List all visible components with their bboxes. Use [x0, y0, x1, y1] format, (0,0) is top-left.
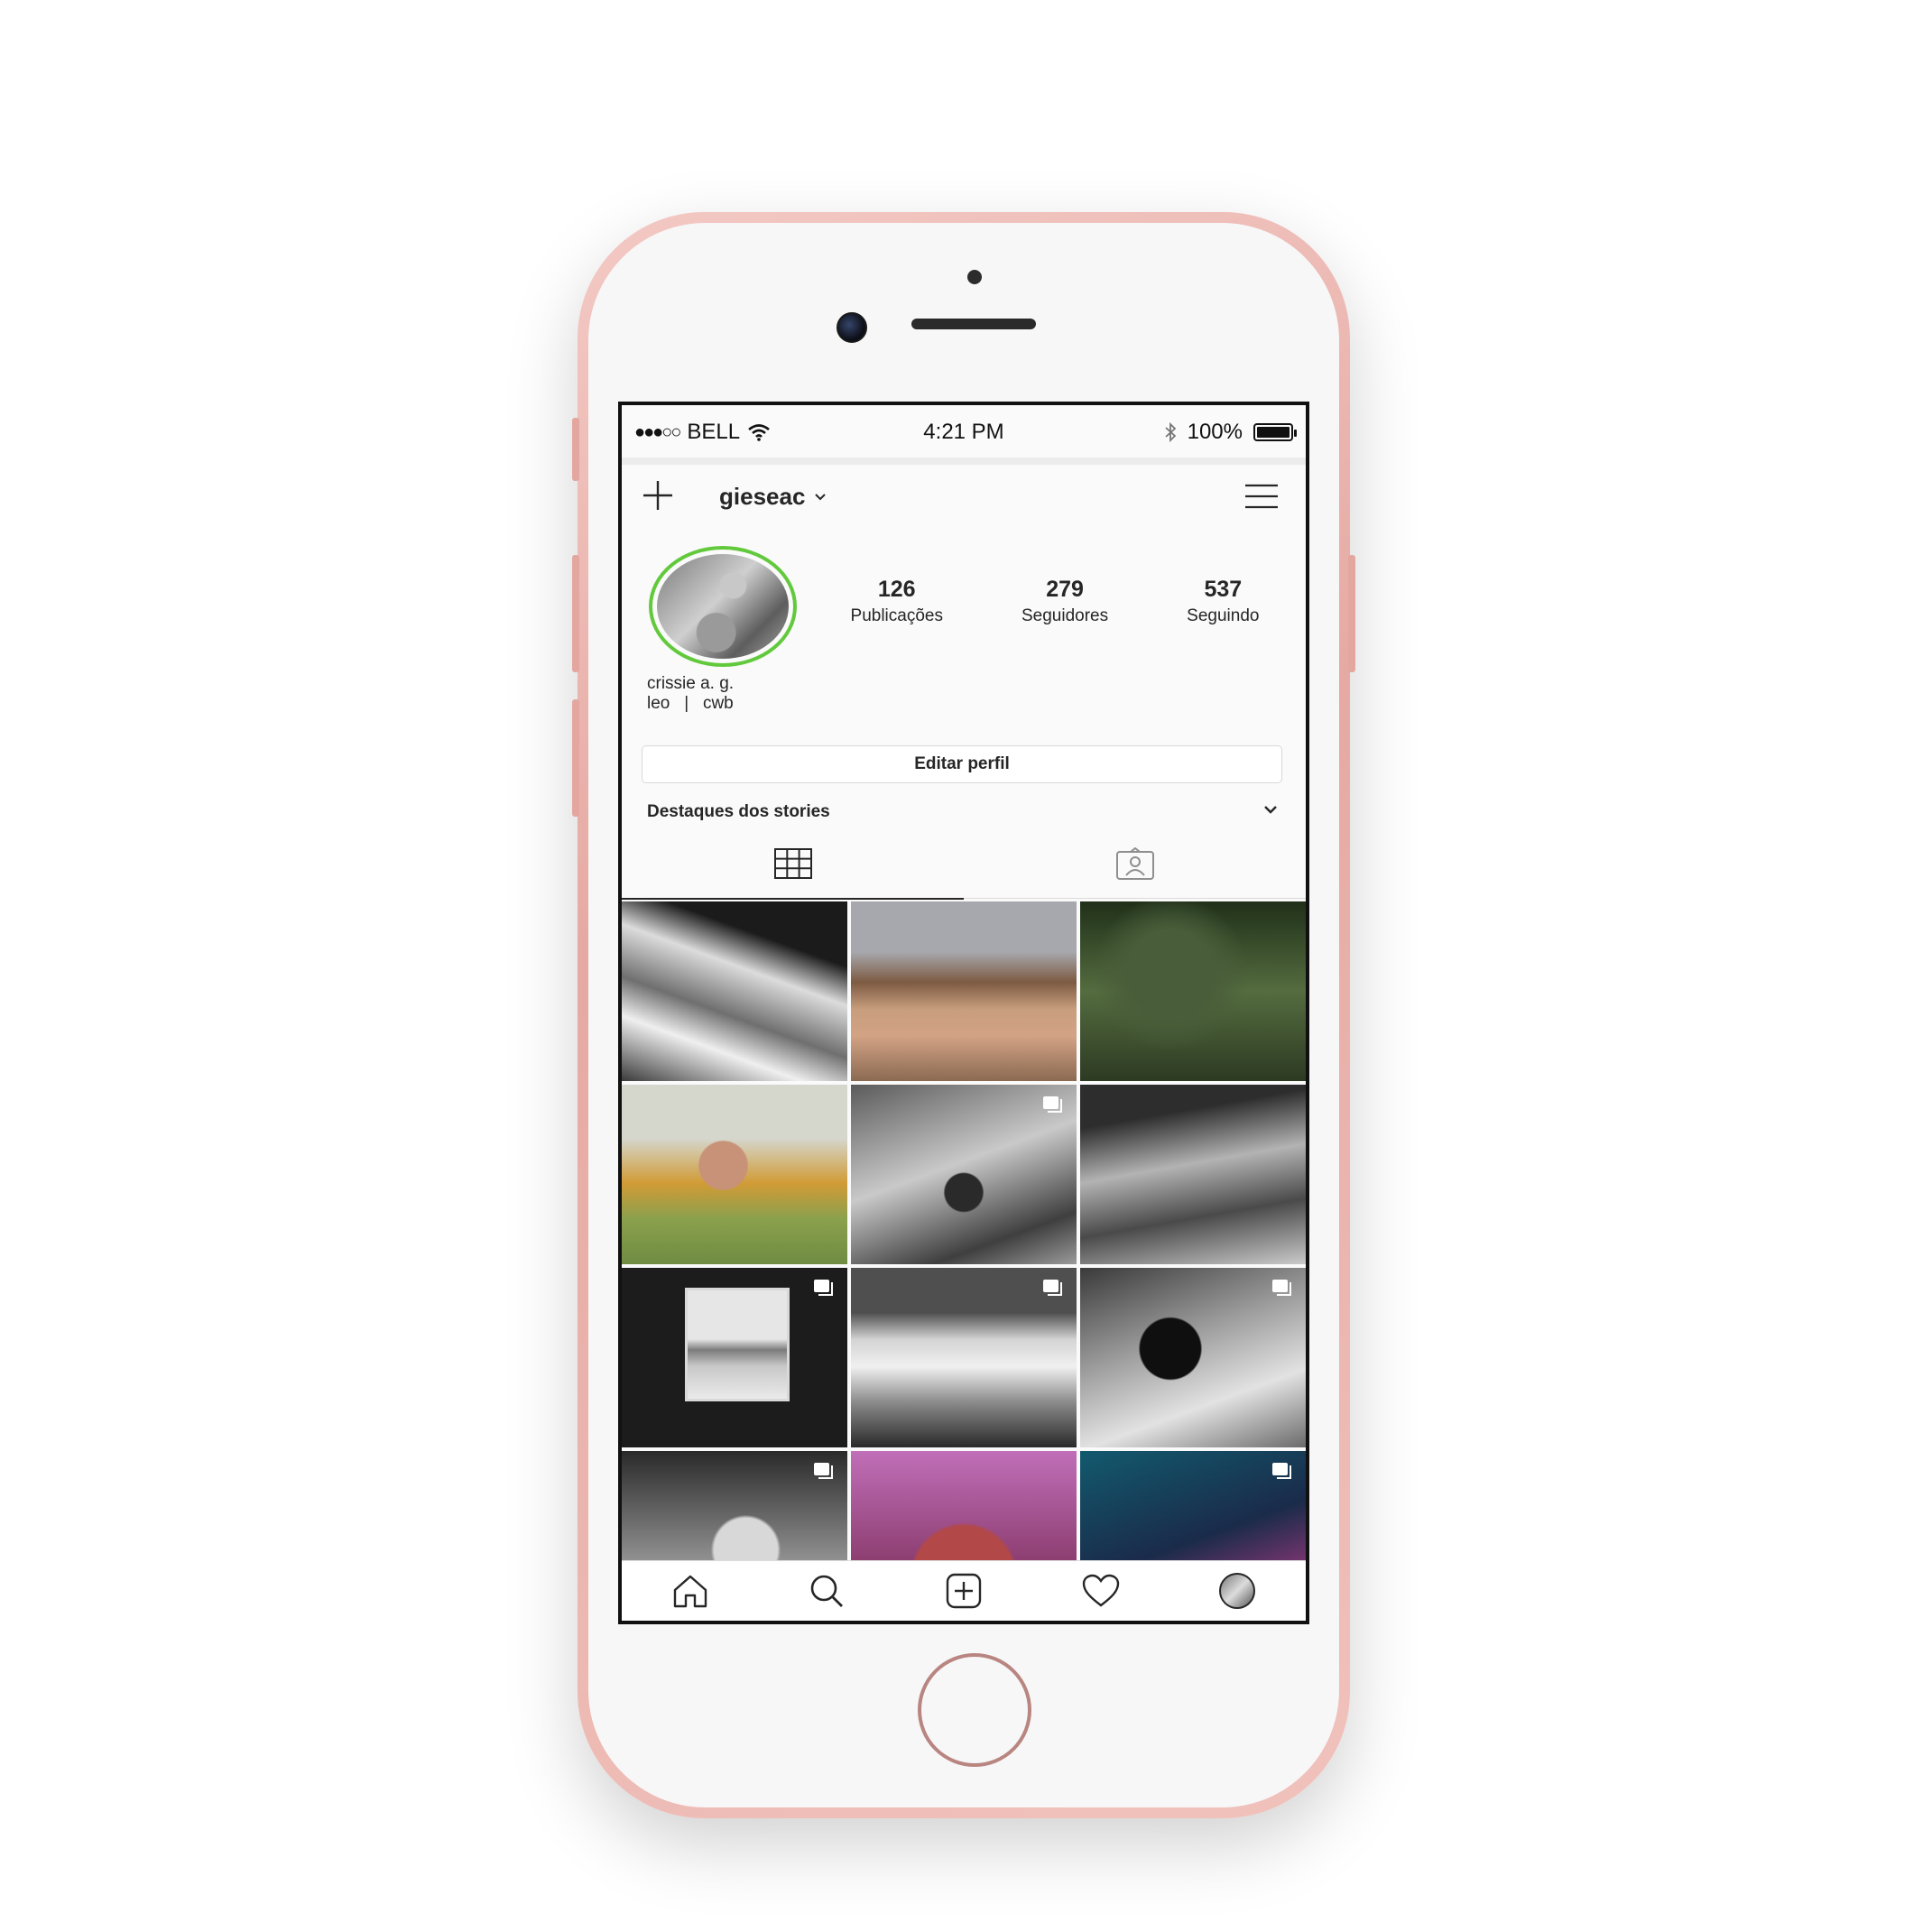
power-button: [1348, 555, 1355, 672]
battery-percent: 100%: [1187, 420, 1243, 444]
home-button[interactable]: [918, 1653, 1031, 1767]
post-thumbnail[interactable]: [1080, 901, 1306, 1081]
tagged-person-icon: [1115, 847, 1154, 880]
carousel-icon: [814, 1463, 833, 1479]
new-post-icon: [946, 1573, 982, 1609]
carousel-icon: [1272, 1280, 1291, 1296]
grid-icon: [773, 848, 812, 879]
profile-header: gieseac: [622, 465, 1306, 528]
username-switcher[interactable]: gieseac: [719, 483, 827, 511]
following-label: Seguindo: [1187, 606, 1260, 625]
nav-search[interactable]: [806, 1570, 847, 1612]
posts-label: Publicações: [850, 606, 943, 625]
carousel-icon: [1043, 1096, 1062, 1113]
highlights-label: Destaques dos stories: [647, 802, 830, 821]
battery-icon: [1253, 423, 1297, 441]
profile-avatar: [657, 554, 789, 659]
nav-activity[interactable]: [1080, 1570, 1122, 1612]
phone-screen: ●●●○○ BELL 4:21 PM 100% gieseac 126 Publ…: [618, 402, 1309, 1624]
chevron-down-icon: [815, 493, 827, 500]
earpiece-speaker: [911, 319, 1036, 329]
profile-stats: 126 Publicações 279 Seguidores 537 Segui…: [811, 577, 1299, 626]
status-right: 100%: [1164, 420, 1297, 445]
chevron-down-icon: [1264, 806, 1277, 814]
post-thumbnail[interactable]: [851, 1268, 1077, 1447]
bluetooth-icon: [1165, 421, 1176, 443]
nav-profile[interactable]: [1216, 1570, 1258, 1612]
add-icon[interactable]: [642, 479, 674, 512]
bio-text: leo | cwb: [647, 694, 734, 713]
volume-up-button: [572, 555, 579, 672]
hamburger-menu-icon[interactable]: [1244, 483, 1279, 510]
nav-new-post[interactable]: [943, 1570, 984, 1612]
photo-grid: [622, 901, 1306, 1621]
stat-followers[interactable]: 279 Seguidores: [1021, 577, 1108, 626]
edit-profile-button[interactable]: Editar perfil: [642, 745, 1282, 783]
tab-tagged[interactable]: [964, 829, 1306, 898]
instagram-profile-screen: ●●●○○ BELL 4:21 PM 100% gieseac 126 Publ…: [622, 405, 1306, 1621]
stat-following[interactable]: 537 Seguindo: [1187, 577, 1259, 626]
story-highlights-toggle[interactable]: Destaques dos stories: [647, 802, 1279, 822]
carousel-icon: [1272, 1463, 1291, 1479]
post-thumbnail[interactable]: [851, 1085, 1077, 1264]
profile-tabs: [622, 829, 1306, 900]
profile-avatar-ring[interactable]: [649, 546, 797, 667]
stat-posts[interactable]: 126 Publicações: [851, 577, 943, 626]
silent-switch: [572, 418, 579, 481]
post-thumbnail[interactable]: [622, 1268, 847, 1447]
heart-icon: [1082, 1574, 1119, 1607]
followers-count: 279: [1046, 577, 1084, 602]
tab-grid[interactable]: [622, 829, 964, 900]
nav-home[interactable]: [670, 1570, 711, 1612]
profile-name: crissie a. g.: [647, 674, 735, 693]
username: gieseac: [719, 483, 806, 510]
followers-label: Seguidores: [1021, 606, 1109, 625]
post-thumbnail[interactable]: [851, 901, 1077, 1081]
carousel-icon: [814, 1280, 833, 1296]
posts-count: 126: [877, 577, 916, 602]
post-thumbnail[interactable]: [1080, 1085, 1306, 1264]
volume-down-button: [572, 699, 579, 817]
search-icon: [811, 1575, 844, 1607]
post-thumbnail[interactable]: [1080, 1268, 1306, 1447]
proximity-sensor: [967, 270, 982, 284]
following-count: 537: [1204, 577, 1243, 602]
status-bar: ●●●○○ BELL 4:21 PM 100%: [622, 405, 1306, 458]
status-divider: [622, 458, 1306, 465]
post-thumbnail[interactable]: [622, 1085, 847, 1264]
post-thumbnail[interactable]: [622, 901, 847, 1081]
carousel-icon: [1043, 1280, 1062, 1296]
profile-bio: crissie a. g. leo | cwb: [647, 674, 734, 714]
front-camera: [837, 312, 867, 343]
home-icon: [673, 1575, 707, 1608]
profile-avatar-small: [1219, 1573, 1256, 1609]
bottom-navigation: [622, 1560, 1306, 1621]
